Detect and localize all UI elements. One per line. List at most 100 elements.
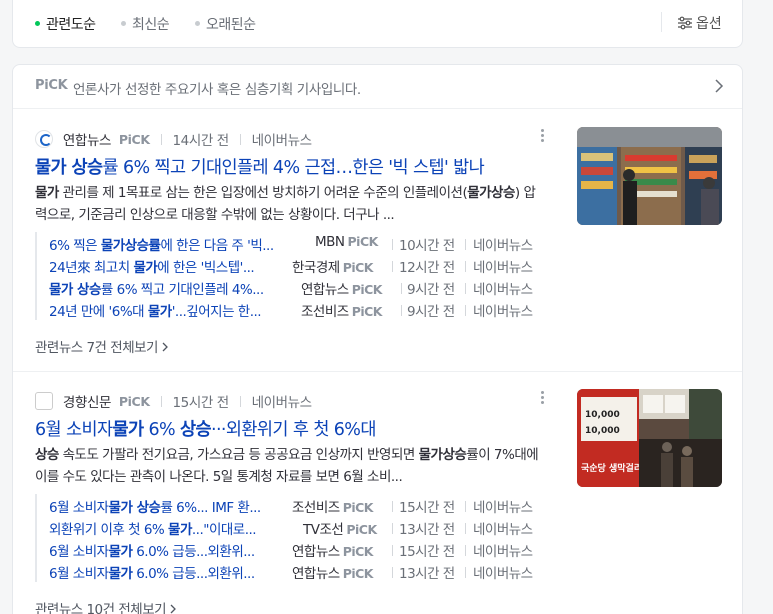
news-thumbnail[interactable]: 10,000 10,000 국순당 생막걸리 [577, 389, 722, 487]
divider [465, 305, 466, 316]
rel-press-name: 조선비즈 [292, 500, 340, 516]
rel-text: 률 6%... IMF 환... [160, 500, 261, 516]
divider [401, 283, 402, 294]
title-text: ···외환위기 후 첫 6%대 [211, 420, 376, 440]
naver-news-link[interactable]: 네이버뉴스 [473, 518, 533, 538]
thumb-price-text: 10,000 [585, 410, 620, 420]
naver-news-link[interactable]: 네이버뉴스 [473, 496, 533, 516]
related-news-title[interactable]: 6월 소비자물가 상승률 6%... IMF 환... [49, 496, 285, 516]
rel-keyword: 물가 상승 [108, 500, 161, 516]
rel-text: 6월 소비자 [49, 544, 109, 560]
rel-press-name: 연합뉴스 [301, 282, 349, 298]
news-list-card: PiCK 언론사가 선정한 주요기사 혹은 심층기획 기사입니다. 연합뉴스 P… [12, 64, 743, 614]
title-text: 률 6% 찍고 기대인플레 4% 근접…한은 '빅 스텝' 밟나 [102, 158, 485, 178]
title-keyword: 상승 [180, 420, 212, 440]
related-press[interactable]: TV조선 PiCK [303, 518, 377, 538]
pick-badge: PiCK [342, 566, 374, 581]
rel-keyword: 물가 상승 [49, 282, 101, 298]
news-title[interactable]: 물가 상승률 6% 찍고 기대인플레 4% 근접…한은 '빅 스텝' 밟나 [35, 154, 485, 179]
pick-info-text: 언론사가 선정한 주요기사 혹은 심층기획 기사입니다. [73, 82, 361, 98]
related-news-title[interactable]: 물가 상승률 6% 찍고 기대인플레 4%... [49, 278, 295, 298]
rel-keyword: 물가 [133, 260, 158, 276]
option-button[interactable]: 옵션 [677, 13, 722, 33]
related-press[interactable]: 조선비즈 PiCK [301, 300, 383, 320]
rel-keyword: 물가 [147, 304, 172, 320]
sort-latest[interactable]: 최신순 [121, 14, 170, 34]
related-news-title[interactable]: 24년來 최고치 물가에 한은 '빅스텝'... [49, 256, 285, 276]
related-press[interactable]: 연합뉴스 PiCK [292, 540, 374, 560]
rel-press-name: MBN [315, 234, 345, 250]
related-news-title[interactable]: 6월 소비자물가 6.0% 급등...외환위... [49, 540, 277, 560]
time-label: 9시간 전 [407, 304, 455, 320]
more-options-icon[interactable] [539, 391, 545, 409]
naver-news-link[interactable]: 네이버뉴스 [473, 562, 533, 582]
naver-news-link[interactable]: 네이버뉴스 [473, 540, 533, 560]
news-description[interactable]: 상승 속도도 가팔라 전기요금, 가스요금 등 공공요금 인상까지 반영되면 물… [35, 444, 545, 488]
rel-press-name: TV조선 [303, 522, 344, 538]
rel-keyword: 물가 [108, 544, 133, 560]
rel-press-name: 연합뉴스 [292, 544, 340, 560]
divider [465, 523, 466, 534]
naver-news-link[interactable]: 네이버뉴스 [473, 256, 533, 276]
related-news-list: 6% 찍은 물가상승률에 한은 다음 주 '빅... MBN PiCK 10시간 … [35, 232, 543, 320]
related-news-title[interactable]: 6% 찍은 물가상승률에 한은 다음 주 '빅... [49, 234, 301, 254]
sort-label: 관련도순 [46, 17, 96, 33]
rel-keyword: 물가상승률 [100, 238, 161, 254]
related-news-item: 6월 소비자물가 상승률 6%... IMF 환... 조선비즈 PiCK 15시… [37, 494, 543, 516]
related-press[interactable]: 연합뉴스 PiCK [292, 562, 374, 582]
more-options-icon[interactable] [539, 129, 545, 147]
rel-text: 6.0% 급등...외환위... [132, 544, 255, 560]
related-press[interactable]: 조선비즈 PiCK [292, 496, 374, 516]
related-news-more-link[interactable]: 관련뉴스 7건 전체보기 [35, 336, 168, 356]
naver-news-link[interactable]: 네이버뉴스 [473, 234, 533, 254]
news-thumbnail[interactable] [577, 127, 722, 225]
sort-oldest[interactable]: 오래된순 [195, 14, 256, 34]
desc-keyword: 물가상승 [467, 185, 515, 201]
divider [160, 133, 162, 145]
news-description[interactable]: 물가 관리를 제 1목표로 삼는 한은 입장에선 방치하기 어려운 수준의 인플… [35, 182, 545, 226]
divider [465, 283, 466, 294]
press-logo[interactable] [35, 130, 53, 148]
related-news-list: 6월 소비자물가 상승률 6%... IMF 환... 조선비즈 PiCK 15시… [35, 494, 543, 582]
rel-text: 에 한은 '빅스텝'... [157, 260, 255, 276]
news-title[interactable]: 6월 소비자물가 6% 상승···외환위기 후 첫 6%대 [35, 416, 376, 441]
pick-info-header[interactable]: PiCK 언론사가 선정한 주요기사 혹은 심층기획 기사입니다. [13, 65, 742, 109]
divider [465, 239, 466, 250]
time-label: 9시간 전 [407, 282, 455, 298]
pick-badge: PiCK [351, 282, 383, 297]
divider [392, 239, 393, 250]
press-info: 경향신문 PiCK 15시간 전 네이버뉴스 [35, 391, 313, 411]
related-news-more-link[interactable]: 관련뉴스 10건 전체보기 [35, 598, 176, 614]
pick-badge: PiCK [346, 522, 377, 537]
related-news-title[interactable]: 24년 만에 '6%대 물가'...깊어지는 한... [49, 300, 287, 320]
sort-bar: 관련도순 최신순 오래된순 옵션 [12, 0, 743, 48]
press-logo[interactable] [35, 392, 53, 410]
related-press[interactable]: 연합뉴스 PiCK [301, 278, 383, 298]
divider [465, 261, 466, 272]
dot-icon [195, 20, 200, 26]
naver-news-link[interactable]: 네이버뉴스 [252, 129, 313, 149]
chevron-right-icon[interactable] [714, 78, 724, 94]
naver-news-link[interactable]: 네이버뉴스 [473, 278, 533, 298]
related-press[interactable]: MBN PiCK [315, 234, 378, 250]
naver-news-link[interactable]: 네이버뉴스 [252, 391, 313, 411]
naver-news-link[interactable]: 네이버뉴스 [473, 300, 533, 320]
related-news-title[interactable]: 외환위기 이후 첫 6% 물가..."이대로... [49, 518, 285, 538]
press-name[interactable]: 연합뉴스 [63, 129, 111, 149]
sort-relevance[interactable]: 관련도순 [35, 14, 96, 34]
related-news-item: 6월 소비자물가 6.0% 급등...외환위... 연합뉴스 PiCK 13시간 … [37, 560, 543, 582]
divider [392, 567, 393, 578]
press-name[interactable]: 경향신문 [63, 391, 111, 411]
related-news-item: 6% 찍은 물가상승률에 한은 다음 주 '빅... MBN PiCK 10시간 … [37, 232, 543, 254]
time-label: 15시간 전 [399, 500, 455, 516]
related-press[interactable]: 한국경제 PiCK [292, 256, 374, 276]
rel-text: 24년 만에 '6%대 [49, 304, 148, 320]
rel-keyword: 물가 [108, 566, 133, 582]
related-news-title[interactable]: 6월 소비자물가 6.0% 급등...외환위... [49, 562, 277, 582]
press-info: 연합뉴스 PiCK 14시간 전 네이버뉴스 [35, 129, 313, 149]
thumb-sign-text: 국순당 생막걸리 [581, 462, 642, 474]
rel-text: 6월 소비자 [49, 500, 109, 516]
chevron-right-icon [162, 342, 168, 352]
time-label: 15시간 전 [399, 544, 455, 560]
desc-text: 관리를 제 1목표로 삼는 한은 입장에선 방치하기 어려운 수준의 인플레이션… [58, 185, 468, 201]
